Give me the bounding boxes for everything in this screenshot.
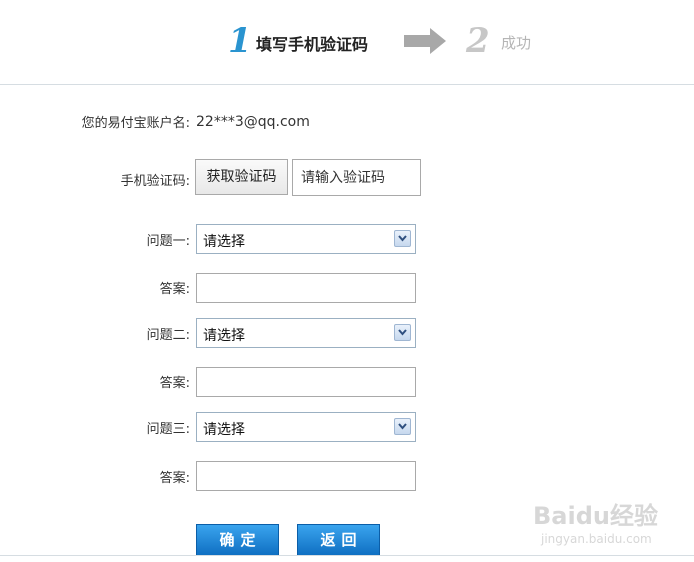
answer-3-input[interactable]	[196, 461, 416, 491]
question-2-select[interactable]: 请选择	[196, 318, 416, 348]
question-2-label: 问题二:	[146, 328, 190, 343]
answer-1-input[interactable]	[196, 273, 416, 303]
account-value: 22***3@qq.com	[196, 114, 310, 130]
answer-2-label: 答案:	[159, 376, 190, 391]
code-input[interactable]	[292, 159, 421, 196]
back-button[interactable]: 返回	[297, 524, 380, 556]
question-3-label: 问题三:	[146, 422, 190, 437]
question-3-select-value: 请选择	[203, 422, 245, 438]
chevron-down-icon[interactable]	[394, 230, 411, 247]
get-code-button[interactable]: 获取验证码	[195, 159, 288, 195]
chevron-down-icon[interactable]	[394, 418, 411, 435]
watermark-logo: Baidu经验	[533, 502, 658, 530]
header-divider	[0, 84, 694, 85]
step-indicator: 1 填写手机验证码 2 成功	[0, 0, 694, 84]
step-1-label: 填写手机验证码	[256, 35, 369, 54]
question-1-select-value: 请选择	[203, 234, 245, 250]
phone-code-label: 手机验证码:	[120, 174, 190, 189]
account-label: 您的易付宝账户名:	[81, 116, 190, 131]
step-1-number: 1	[228, 21, 252, 61]
answer-2-input[interactable]	[196, 367, 416, 397]
chevron-down-icon[interactable]	[394, 324, 411, 341]
baidu-watermark: Baidu经验 jingyan.baidu.com	[527, 486, 687, 556]
watermark-url: jingyan.baidu.com	[541, 532, 652, 546]
answer-3-label: 答案:	[159, 471, 190, 486]
confirm-button[interactable]: 确定	[196, 524, 279, 556]
answer-1-label: 答案:	[159, 282, 190, 297]
arrow-right-icon	[404, 28, 446, 58]
question-2-select-value: 请选择	[203, 328, 245, 344]
question-1-select[interactable]: 请选择	[196, 224, 416, 254]
step-2-number: 2	[466, 21, 490, 61]
question-1-label: 问题一:	[146, 234, 190, 249]
question-3-select[interactable]: 请选择	[196, 412, 416, 442]
step-2-label: 成功	[501, 34, 532, 52]
